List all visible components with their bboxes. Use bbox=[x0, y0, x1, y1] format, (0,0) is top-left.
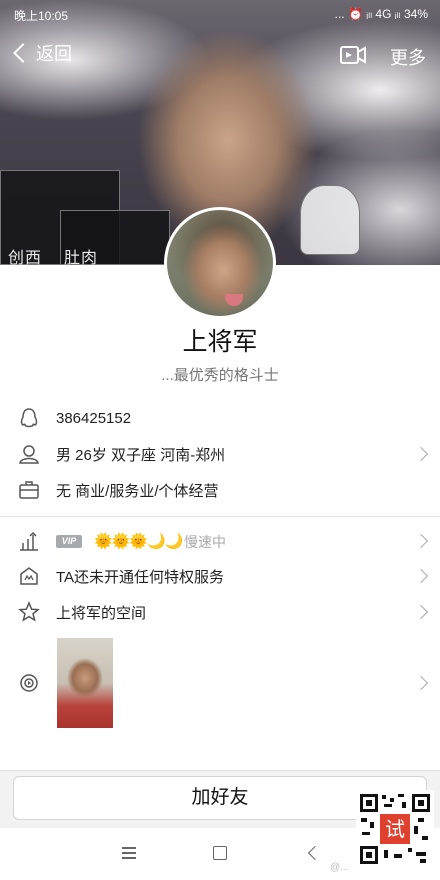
profile-signature[interactable]: ...最优秀的格斗士 bbox=[0, 364, 440, 385]
basic-info-text: 男 26岁 双子座 河南-郑州 bbox=[56, 446, 226, 464]
chevron-right-icon bbox=[413, 675, 429, 691]
qr-center-char: 试 bbox=[385, 817, 405, 841]
photo-thumbnail[interactable] bbox=[57, 638, 113, 728]
cover-sign-text: 肚肉 bbox=[64, 250, 99, 265]
chevron-left-icon bbox=[13, 43, 33, 63]
more-button[interactable]: 更多 bbox=[390, 44, 426, 70]
home-icon[interactable] bbox=[213, 846, 227, 860]
top-nav: 返回 更多 bbox=[0, 36, 440, 76]
back-button[interactable]: 返回 bbox=[12, 40, 72, 66]
chevron-right-icon bbox=[413, 568, 429, 584]
status-time: 晚上10:05 bbox=[14, 9, 69, 23]
basic-info-row[interactable]: 男 26岁 双子座 河南-郑州 bbox=[0, 436, 440, 472]
qr-code-watermark: 试 bbox=[356, 790, 434, 868]
qzone-row[interactable]: 上将军的空间 bbox=[0, 594, 440, 630]
photo-stream-icon bbox=[18, 672, 40, 694]
watermark-text: @... bbox=[330, 862, 349, 873]
qzone-text: 上将军的空间 bbox=[56, 604, 147, 622]
privilege-text: TA还未开通任何特权服务 bbox=[56, 568, 225, 586]
privilege-row[interactable]: TA还未开通任何特权服务 bbox=[0, 558, 440, 594]
job-row: 无 商业/服务业/个体经营 bbox=[0, 472, 440, 508]
job-text: 无 商业/服务业/个体经营 bbox=[56, 482, 219, 500]
back-icon[interactable] bbox=[307, 845, 323, 861]
status-bar: 晚上10:05 ... ⏰ ᵢₗₗ 4G ᵢₗₗ 34% bbox=[0, 0, 440, 30]
penguin-icon bbox=[18, 407, 40, 429]
qq-number: 386425152 bbox=[56, 409, 132, 427]
chevron-right-icon bbox=[413, 604, 429, 620]
menu-icon[interactable] bbox=[122, 847, 136, 859]
vip-badge: VIP bbox=[56, 535, 82, 548]
profile-name: 上将军 bbox=[182, 328, 258, 356]
cover-sign-text: 创西 bbox=[8, 250, 43, 265]
crown-house-icon bbox=[18, 565, 40, 587]
vip-speed-status: 慢速中 bbox=[184, 534, 226, 550]
avatar[interactable] bbox=[164, 207, 276, 319]
cover-sign bbox=[300, 185, 360, 255]
briefcase-icon bbox=[18, 479, 40, 501]
level-sun-moon-icons: 🌞🌞🌞🌙🌙 bbox=[94, 533, 183, 550]
video-call-icon[interactable] bbox=[340, 44, 366, 66]
chevron-right-icon bbox=[413, 533, 429, 549]
section-divider bbox=[0, 516, 440, 517]
chevron-right-icon bbox=[413, 446, 429, 462]
qq-number-row[interactable]: 386425152 bbox=[0, 400, 440, 436]
star-icon bbox=[18, 601, 40, 623]
status-indicators: ... ⏰ ᵢₗₗ 4G ᵢₗₗ 34% bbox=[334, 7, 428, 21]
level-chart-icon bbox=[18, 530, 40, 552]
person-icon bbox=[18, 443, 40, 465]
back-label: 返回 bbox=[36, 44, 72, 64]
